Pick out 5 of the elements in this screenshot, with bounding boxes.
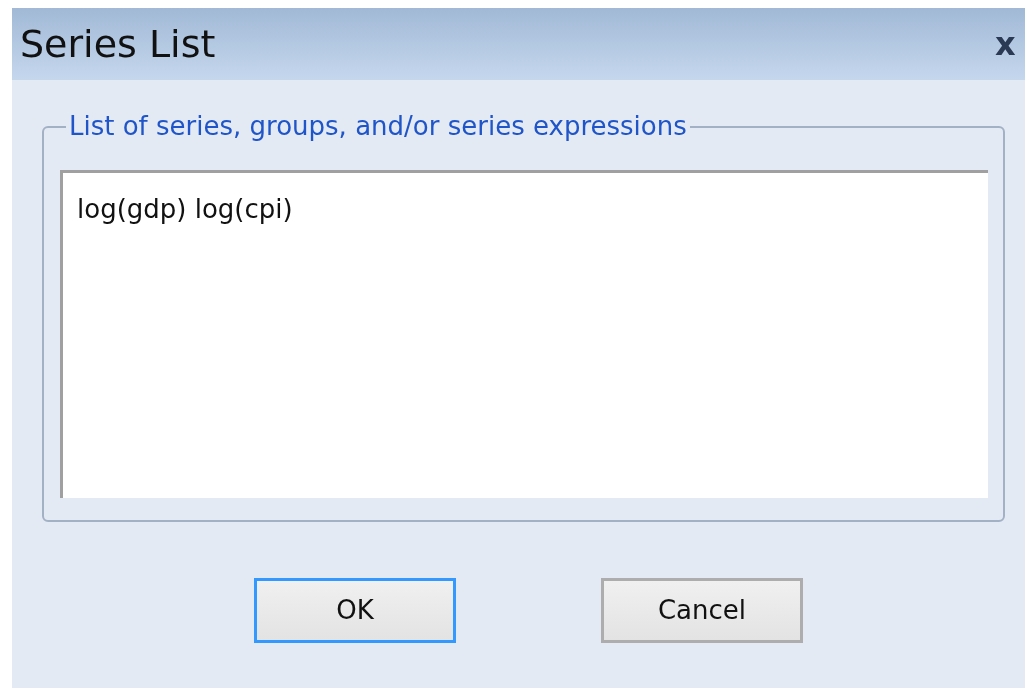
window-title: Series List <box>20 25 216 63</box>
dialog-button[interactable]: Cancel <box>601 578 803 643</box>
dialog-button[interactable]: OK <box>254 578 456 643</box>
series-input-field[interactable]: log(gdp) log(cpi) <box>60 170 988 498</box>
close-button[interactable]: x <box>995 28 1025 60</box>
